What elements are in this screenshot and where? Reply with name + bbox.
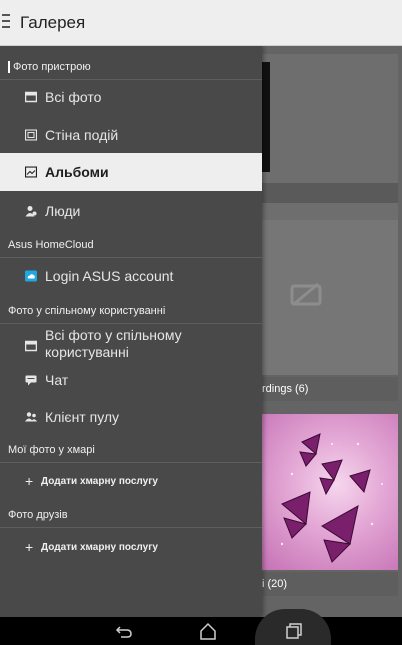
drawer-item-label: Люди <box>45 203 81 219</box>
plus-icon: + <box>25 539 34 555</box>
drawer-item-chat[interactable]: Чат <box>0 361 262 399</box>
drawer-item-label: Стіна подій <box>45 127 119 143</box>
drawer-item-label: Альбоми <box>45 164 109 180</box>
gallery-screen: rdings (6) i (20) Галерея Фото пристрою … <box>0 0 402 645</box>
drawer-item-label: Всі фото у спільному користуванні <box>45 327 182 360</box>
plus-icon: + <box>25 473 34 489</box>
drawer-item-people[interactable]: Люди <box>0 192 262 230</box>
home-icon[interactable] <box>198 621 218 641</box>
app-title: Галерея <box>20 13 86 32</box>
section-header-my-cloud-photos: Мої фото у хмарі <box>0 437 262 463</box>
album-thumbnail-recordings[interactable] <box>262 220 398 375</box>
drawer-item-label: Чат <box>45 372 69 388</box>
photo-icon <box>25 91 37 103</box>
album-icon <box>25 166 37 178</box>
drawer-item-label: Клієнт пулу <box>45 409 120 425</box>
butterfly-image <box>280 433 383 563</box>
add-cloud-service-label: Додати хмарну послугу <box>41 542 158 553</box>
section-header-asus-homecloud: Asus HomeCloud <box>0 232 262 258</box>
drawer-item-label: Всі фото <box>45 89 102 105</box>
drawer-item-asus-login[interactable]: Login ASUS account <box>0 257 262 295</box>
add-cloud-service-button-friends[interactable]: + Додати хмарну послугу <box>0 528 262 566</box>
album-caption-bar <box>262 183 398 203</box>
people-icon <box>25 206 37 217</box>
section-header-device-photos: Фото пристрою <box>0 54 262 80</box>
album-thumbnail-butterflies[interactable] <box>262 414 398 570</box>
app-bar: Галерея <box>0 0 402 46</box>
pool-client-icon <box>25 412 37 422</box>
shared-photo-icon <box>25 340 37 352</box>
navigation-drawer: Фото пристрою Всі фото Стіна подій Альбо… <box>0 46 262 617</box>
calendar-icon <box>25 129 37 141</box>
section-header-friends-photos: Фото друзів <box>0 502 262 528</box>
cloud-icon <box>25 270 37 282</box>
system-nav-bar <box>0 609 402 645</box>
drawer-item-event-wall[interactable]: Стіна подій <box>0 116 262 154</box>
no-photo-icon <box>290 282 322 306</box>
drawer-item-pool-client[interactable]: Клієнт пулу <box>0 398 262 436</box>
drawer-item-label: Login ASUS account <box>45 268 174 284</box>
album-caption-recordings: rdings (6) <box>262 377 398 401</box>
drawer-item-albums[interactable]: Альбоми <box>0 153 262 191</box>
drawer-item-all-photos[interactable]: Всі фото <box>0 78 262 116</box>
album-thumbnail-image <box>262 62 270 172</box>
recent-apps-icon[interactable] <box>283 621 303 641</box>
menu-icon[interactable] <box>2 12 12 32</box>
section-header-shared-photos: Фото у спільному користуванні <box>0 298 262 324</box>
chat-icon <box>25 375 37 386</box>
back-icon[interactable] <box>114 621 134 641</box>
add-cloud-service-button[interactable]: + Додати хмарну послугу <box>0 462 262 500</box>
album-caption-third: i (20) <box>262 572 398 596</box>
add-cloud-service-label: Додати хмарну послугу <box>41 476 158 487</box>
